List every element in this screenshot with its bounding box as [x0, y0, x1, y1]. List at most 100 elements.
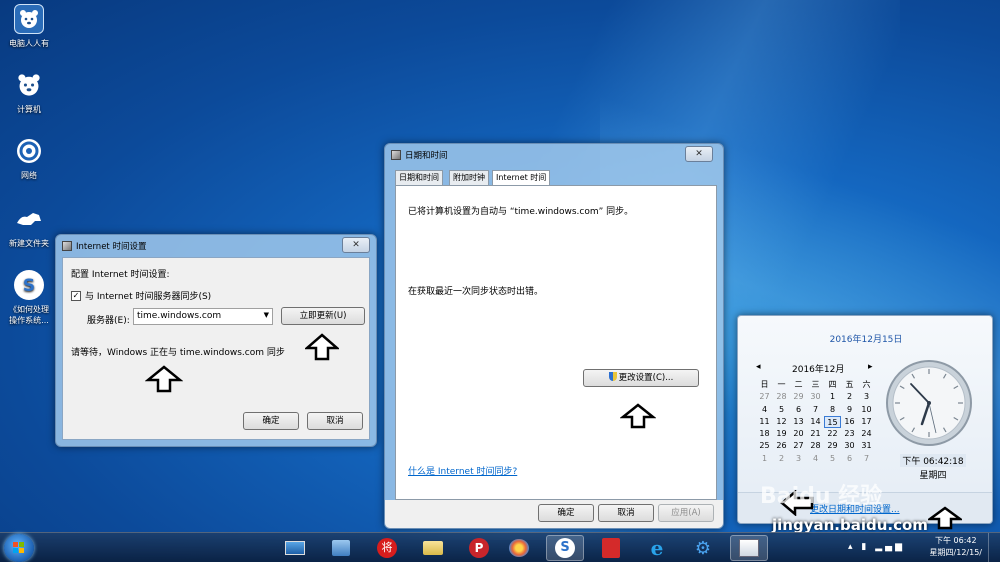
- calendar-date-header[interactable]: 2016年12月15日: [738, 332, 994, 345]
- ok-button[interactable]: 确定: [243, 412, 299, 430]
- calendar-day[interactable]: 22: [824, 428, 841, 440]
- calendar-day[interactable]: 10: [858, 404, 875, 416]
- shield-icon: [608, 372, 617, 381]
- weekday-label: 六: [862, 380, 871, 389]
- taskbar-item-pdf[interactable]: [592, 535, 630, 561]
- cancel-button[interactable]: 取消: [598, 504, 654, 522]
- window-title: Internet 时间设置: [76, 242, 147, 252]
- calendar-day[interactable]: 12: [773, 416, 790, 428]
- taskbar-item-sogou[interactable]: S: [546, 535, 584, 561]
- calendar-day[interactable]: 30: [807, 391, 824, 403]
- taskbar-item-paint[interactable]: [500, 535, 538, 561]
- taskbar-item-date-time[interactable]: [730, 535, 768, 561]
- taskbar-item-p-app[interactable]: P: [460, 535, 498, 561]
- start-button[interactable]: [4, 534, 34, 562]
- sync-checkbox-row[interactable]: ✓ 与 Internet 时间服务器同步(S): [71, 289, 211, 302]
- calendar-day[interactable]: 3: [858, 391, 875, 403]
- update-now-button[interactable]: 立即更新(U): [281, 307, 365, 325]
- calendar-day[interactable]: 13: [790, 416, 807, 428]
- sync-status-text: 请等待，Windows 正在与 time.windows.com 同步: [71, 348, 285, 358]
- apply-button[interactable]: 应用(A): [658, 504, 714, 522]
- calendar-day[interactable]: 8: [824, 404, 841, 416]
- calendar-day[interactable]: 21: [807, 428, 824, 440]
- change-settings-label: 更改设置(C)...: [618, 373, 674, 383]
- calendar-day[interactable]: 29: [790, 391, 807, 403]
- taskbar-item-settings[interactable]: ⚙: [684, 535, 722, 561]
- calendar-day[interactable]: 1: [824, 391, 841, 403]
- desktop-icon-computer[interactable]: 计算机: [0, 70, 58, 115]
- calendar-day[interactable]: 24: [858, 428, 875, 440]
- calendar-day[interactable]: 5: [824, 453, 841, 465]
- desktop-icon-network[interactable]: 网络: [0, 136, 58, 181]
- time-readout: 下午 06:42:18: [900, 454, 966, 467]
- calendar-day[interactable]: 17: [858, 416, 875, 428]
- sync-status-text: 已将计算机设置为自动与 “time.windows.com” 同步。: [408, 207, 634, 217]
- calendar-day[interactable]: 16: [841, 416, 858, 428]
- signal-icon[interactable]: ▂▄▆: [875, 542, 905, 552]
- taskbar-clock[interactable]: 下午 06:42 星期四/12/15/: [930, 535, 982, 559]
- calendar-day[interactable]: 25: [756, 440, 773, 452]
- taskbar-item-app[interactable]: 将: [368, 535, 406, 561]
- ok-button[interactable]: 确定: [538, 504, 594, 522]
- tab-additional-clocks[interactable]: 附加时钟: [449, 170, 489, 185]
- calendar-day[interactable]: 3: [790, 453, 807, 465]
- calendar-day[interactable]: 31: [858, 440, 875, 452]
- calendar-day[interactable]: 14: [807, 416, 824, 428]
- calendar-day[interactable]: 9: [841, 404, 858, 416]
- calendar-day[interactable]: 23: [841, 428, 858, 440]
- desktop-icon-bear[interactable]: 电脑人人有: [0, 4, 58, 49]
- taskbar-item-control-panel[interactable]: [322, 535, 360, 561]
- calendar-day[interactable]: 1: [756, 453, 773, 465]
- calendar-day[interactable]: 28: [773, 391, 790, 403]
- tab-date-time[interactable]: 日期和时间: [395, 170, 443, 185]
- calendar-day[interactable]: 27: [756, 391, 773, 403]
- calendar-day[interactable]: 5: [773, 404, 790, 416]
- cancel-button[interactable]: 取消: [307, 412, 363, 430]
- calendar-day[interactable]: 28: [807, 440, 824, 452]
- calendar-day[interactable]: 2: [773, 453, 790, 465]
- change-settings-button[interactable]: 更改设置(C)...: [583, 369, 699, 387]
- taskbar-item-ie[interactable]: e: [638, 535, 676, 561]
- sogou-icon: S: [555, 538, 575, 558]
- calendar-day[interactable]: 6: [841, 453, 858, 465]
- show-desktop-button[interactable]: [988, 533, 1000, 562]
- calendar-day[interactable]: 26: [773, 440, 790, 452]
- calendar-day[interactable]: 2: [841, 391, 858, 403]
- calendar-month-label[interactable]: 2016年12月: [792, 362, 844, 375]
- calendar-day[interactable]: 27: [790, 440, 807, 452]
- close-button[interactable]: ✕: [685, 146, 713, 162]
- tab-internet-time[interactable]: Internet 时间: [492, 170, 551, 186]
- calendar-day[interactable]: 7: [807, 404, 824, 416]
- calendar-day[interactable]: 4: [807, 453, 824, 465]
- taskbar-item-folder[interactable]: [414, 535, 452, 561]
- calendar-day[interactable]: 18: [756, 428, 773, 440]
- sync-checkbox[interactable]: ✓: [71, 290, 81, 301]
- calendar-day[interactable]: 6: [790, 404, 807, 416]
- server-combobox[interactable]: time.windows.com ▼: [133, 308, 273, 325]
- desktop-icon-document[interactable]: S 《如何处理 操作系统...: [0, 270, 58, 326]
- network-tray-icon[interactable]: ▮: [861, 542, 869, 552]
- calendar-day[interactable]: 29: [824, 440, 841, 452]
- calendar-day[interactable]: 19: [773, 428, 790, 440]
- calendar-day[interactable]: 30: [841, 440, 858, 452]
- taskbar-item-desktop[interactable]: [276, 535, 314, 561]
- window-titlebar[interactable]: Internet 时间设置: [56, 235, 376, 257]
- help-link[interactable]: 什么是 Internet 时间同步?: [408, 464, 517, 477]
- calendar-next-button[interactable]: ▸: [868, 362, 873, 372]
- calendar-day[interactable]: 7: [858, 453, 875, 465]
- window-titlebar[interactable]: 日期和时间: [385, 144, 723, 166]
- calendar-day-today[interactable]: 15: [824, 415, 841, 429]
- calendar-day[interactable]: 11: [756, 416, 773, 428]
- calendar-prev-button[interactable]: ◂: [756, 362, 761, 372]
- server-label: 服务器(E):: [87, 316, 130, 326]
- desktop-icon-folder[interactable]: 新建文件夹: [0, 204, 58, 249]
- computer-icon: [14, 70, 44, 100]
- calendar-day[interactable]: 4: [756, 404, 773, 416]
- tray-chevron-icon[interactable]: ▴: [848, 542, 856, 552]
- chevron-down-icon[interactable]: ▼: [264, 311, 269, 319]
- close-button[interactable]: ✕: [342, 237, 370, 253]
- weekday-label: 四: [828, 380, 837, 389]
- svg-text:S: S: [23, 276, 35, 296]
- tray-icons[interactable]: ▴ ▮ ▂▄▆: [848, 542, 905, 552]
- calendar-day[interactable]: 20: [790, 428, 807, 440]
